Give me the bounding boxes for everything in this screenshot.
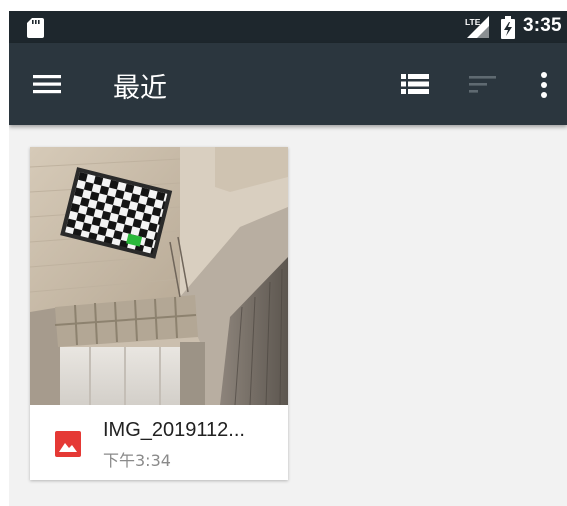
image-thumbnail [30, 147, 288, 405]
app-toolbar: 最近 [9, 43, 567, 125]
clock: 3:35 [523, 15, 562, 36]
network-type-label: LTE [465, 17, 481, 27]
battery-charging-icon [501, 16, 515, 39]
status-bar: LTE 3:35 [9, 11, 567, 43]
lte-signal-icon: LTE [465, 16, 489, 38]
image-file-icon [55, 431, 81, 457]
document-card[interactable]: IMG_2019112... 下午3:34 [30, 147, 288, 480]
more-options-icon[interactable] [540, 71, 548, 99]
menu-icon[interactable] [33, 71, 61, 97]
sort-icon [469, 76, 496, 93]
list-view-icon[interactable] [401, 73, 429, 95]
device-screen: LTE 3:35 最近 IMG_2019112... 下午3:34 [9, 11, 567, 506]
file-time: 下午3:34 [103, 451, 171, 470]
sd-card-icon [27, 18, 44, 38]
page-title: 最近 [113, 73, 167, 104]
document-info: IMG_2019112... 下午3:34 [30, 405, 288, 480]
file-name: IMG_2019112... [103, 419, 245, 441]
